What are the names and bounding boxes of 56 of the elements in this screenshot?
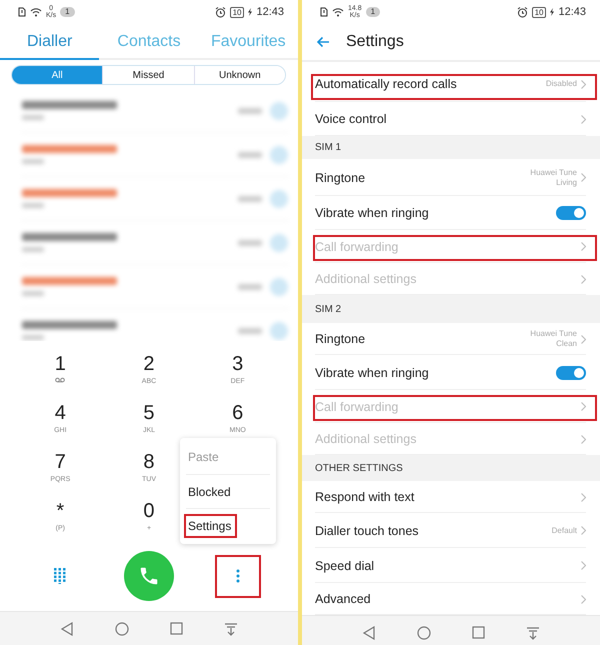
setting-value: Huawei Tune Clean	[529, 329, 577, 349]
alarm-icon	[516, 6, 528, 18]
setting-label: Vibrate when ringing	[315, 206, 429, 220]
screen-title: Settings	[346, 33, 404, 51]
section-header: SIM 1	[315, 142, 342, 153]
chevron-icon	[581, 114, 586, 124]
chevron-icon	[581, 242, 586, 251]
chevron-icon	[581, 274, 586, 284]
chevron-icon	[581, 492, 586, 502]
chevron-icon	[581, 80, 586, 88]
back-nav-button[interactable]	[362, 626, 376, 640]
setting-label: Vibrate when ringing	[315, 366, 429, 380]
tab[interactable]: Dialler	[0, 24, 100, 60]
chevron-icon	[581, 334, 586, 344]
home-nav-button[interactable]	[115, 622, 130, 636]
chevron-icon	[581, 561, 586, 570]
home-nav-button[interactable]	[417, 626, 432, 640]
chevron-icon	[581, 173, 586, 182]
chevron-icon	[581, 594, 586, 604]
toggle-switch[interactable]	[556, 366, 586, 380]
alarm-icon	[214, 6, 226, 18]
sim-icon	[320, 7, 328, 17]
wifi-icon	[332, 7, 344, 17]
charging-icon	[248, 8, 252, 16]
setting-value: Default	[552, 526, 577, 536]
chevron-icon	[581, 434, 586, 444]
setting-value: Huawei Tune Living	[529, 168, 577, 188]
chevron-icon	[581, 402, 586, 411]
setting-value: Disabled	[546, 79, 577, 89]
toggle-switch[interactable]	[556, 206, 586, 220]
back-nav-button[interactable]	[60, 622, 74, 636]
recents-nav-button[interactable]	[472, 626, 485, 639]
more-icon	[236, 569, 240, 583]
dialpad-icon	[54, 568, 66, 584]
notifications-nav-button[interactable]	[526, 626, 540, 640]
battery-level: 10	[230, 6, 244, 18]
clock-time: 12:43	[558, 6, 586, 18]
keypad-key[interactable]: 1	[16, 347, 105, 396]
notifications-nav-button[interactable]	[224, 622, 238, 636]
voicemail-icon	[55, 377, 66, 383]
clock-time: 12:43	[256, 6, 284, 18]
notification-count: 1	[366, 7, 380, 17]
section-header: OTHER SETTINGS	[315, 462, 403, 474]
menu-item[interactable]: Blocked	[186, 474, 270, 508]
more-options-button[interactable]	[214, 554, 261, 598]
sim-icon	[18, 7, 26, 17]
menu-item[interactable]: Settings	[186, 508, 270, 542]
filter-tab[interactable]: Unknown	[194, 66, 285, 84]
section-header: SIM 2	[315, 304, 342, 314]
charging-icon	[550, 8, 554, 16]
wifi-icon	[30, 7, 42, 17]
notification-count: 1	[60, 7, 75, 17]
back-button[interactable]	[316, 36, 330, 48]
battery-level: 10	[532, 6, 546, 18]
chevron-icon	[581, 526, 586, 535]
recents-nav-button[interactable]	[170, 622, 183, 635]
